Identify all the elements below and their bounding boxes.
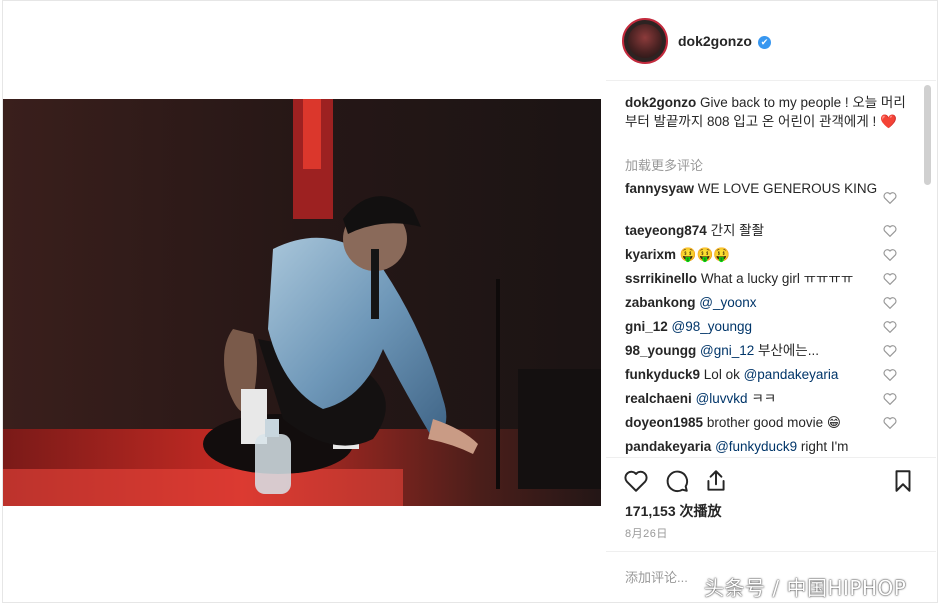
comment-username[interactable]: 98_youngg: [625, 343, 696, 358]
comment-text: Lol ok: [703, 367, 740, 382]
comment-mention[interactable]: @funkyduck9: [715, 439, 797, 454]
comment: realchaeni @luvvkd ㅋㅋ: [625, 390, 895, 408]
avatar[interactable]: [622, 18, 668, 64]
comment-mention[interactable]: @98_youngg: [672, 319, 753, 334]
comment-username[interactable]: doyeon1985: [625, 415, 703, 430]
caption-username[interactable]: dok2gonzo: [625, 95, 696, 110]
comment: pandakeyaria @funkyduck9 right I'm: [625, 438, 895, 456]
comment-username[interactable]: pandakeyaria: [625, 439, 711, 454]
comment-username[interactable]: ssrrikinello: [625, 271, 697, 286]
comment-bubble-icon[interactable]: [664, 468, 690, 494]
comment-username[interactable]: fannysyaw: [625, 181, 694, 196]
comment-username[interactable]: zabankong: [625, 295, 696, 310]
view-count[interactable]: 171,153 次播放: [625, 501, 722, 521]
comment: taeyeong874 간지 좔좔: [625, 222, 895, 240]
post-actions-bar: [606, 457, 936, 501]
comment-like-icon[interactable]: [883, 272, 897, 285]
heart-outline-icon[interactable]: [623, 468, 649, 494]
comment-text: WE LOVE GENEROUS KING: [697, 181, 878, 196]
verified-badge-icon: ✔: [758, 36, 771, 49]
comment-text: What a lucky girl ㅠㅠㅠㅠ: [700, 271, 854, 286]
post-sidebar: dok2gonzo ✔ dok2gonzo Give back to my pe…: [606, 1, 936, 601]
post-date[interactable]: 8月26日: [625, 525, 668, 541]
comment-mention[interactable]: @luvvkd: [696, 391, 748, 406]
comment-like-icon[interactable]: [883, 392, 897, 405]
comments-section[interactable]: dok2gonzo Give back to my people ! 오늘 머리…: [606, 81, 936, 457]
comment-text: ㅋㅋ: [751, 391, 777, 406]
comments-scrollbar[interactable]: [924, 85, 931, 185]
comment: zabankong @_yoonx: [625, 294, 895, 312]
bookmark-icon[interactable]: [890, 468, 916, 494]
comment-text: 간지 좔좔: [710, 223, 764, 238]
comment-like-icon[interactable]: [883, 248, 897, 261]
post-username[interactable]: dok2gonzo: [678, 33, 752, 49]
comment-mention[interactable]: @gni_12: [700, 343, 754, 358]
comment-mention[interactable]: @pandakeyaria: [744, 367, 839, 382]
comment-like-icon[interactable]: [883, 296, 897, 309]
comment: ssrrikinello What a lucky girl ㅠㅠㅠㅠ: [625, 270, 895, 288]
comment: kyarixm 🤑🤑🤑: [625, 246, 895, 264]
comment-username[interactable]: realchaeni: [625, 391, 692, 406]
comment-mention[interactable]: @_yoonx: [699, 295, 756, 310]
comment: fannysyaw WE LOVE GENEROUS KING: [625, 180, 895, 198]
comment: gni_12 @98_youngg: [625, 318, 895, 336]
concert-scene-image: [3, 99, 601, 506]
comment-username[interactable]: gni_12: [625, 319, 668, 334]
share-icon[interactable]: [703, 468, 729, 494]
comment-text: brother good movie 😁: [706, 415, 841, 430]
post-header: dok2gonzo ✔: [606, 1, 936, 81]
comment-username[interactable]: kyarixm: [625, 247, 676, 262]
comment-username[interactable]: taeyeong874: [625, 223, 707, 238]
load-more-comments-link[interactable]: 加载更多评论: [625, 155, 703, 174]
comment-like-icon[interactable]: [883, 416, 897, 429]
post-caption: dok2gonzo Give back to my people ! 오늘 머리…: [625, 93, 915, 131]
add-comment-input[interactable]: 添加评论...: [625, 567, 688, 586]
comment-like-icon[interactable]: [883, 224, 897, 237]
comment-like-icon[interactable]: [883, 368, 897, 381]
comment-text: right I'm: [800, 439, 849, 454]
comment: doyeon1985 brother good movie 😁: [625, 414, 895, 432]
comment-username[interactable]: funkyduck9: [625, 367, 700, 382]
post-video[interactable]: [3, 99, 601, 506]
comment-text: 🤑🤑🤑: [679, 247, 731, 262]
comment-like-icon[interactable]: [883, 191, 897, 204]
watermark: 头条号 / 中国HIPHOP: [704, 576, 907, 600]
comment: 98_youngg @gni_12 부산에는...: [625, 342, 895, 360]
comment-like-icon[interactable]: [883, 320, 897, 333]
comment-text: 부산에는...: [758, 343, 819, 358]
comment: funkyduck9 Lol ok @pandakeyaria: [625, 366, 895, 384]
caption-heart-emoji: ❤️: [880, 114, 897, 129]
comment-like-icon[interactable]: [883, 344, 897, 357]
